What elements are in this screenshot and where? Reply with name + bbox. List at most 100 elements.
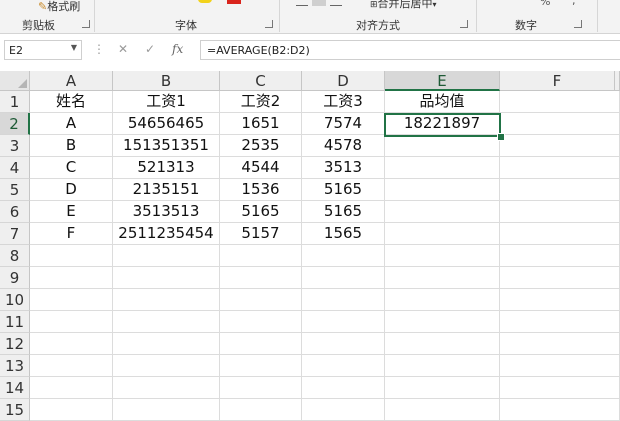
merge-center-button[interactable]: ⊞合并后居中▾ (370, 0, 437, 11)
font-color-icon[interactable] (227, 0, 241, 4)
cell-c7[interactable]: 5157 (220, 223, 302, 245)
percent-style-button[interactable]: % (540, 0, 550, 8)
row-header-7[interactable]: 7 (0, 223, 30, 245)
cell-e5[interactable] (385, 179, 500, 201)
cell-d12[interactable] (302, 333, 385, 355)
cell-a10[interactable] (30, 289, 113, 311)
cell-d2[interactable]: 7574 (302, 113, 385, 135)
row-header-9[interactable]: 9 (0, 267, 30, 289)
cell-d15[interactable] (302, 399, 385, 421)
row-header-6[interactable]: 6 (0, 201, 30, 223)
cell-e7[interactable] (385, 223, 500, 245)
cell-b10[interactable] (113, 289, 220, 311)
cell-b11[interactable] (113, 311, 220, 333)
cell-a6[interactable]: E (30, 201, 113, 223)
enter-icon[interactable]: ✓ (145, 42, 155, 56)
cell-f8[interactable] (500, 245, 620, 267)
cell-e13[interactable] (385, 355, 500, 377)
cell-b15[interactable] (113, 399, 220, 421)
cell-f6[interactable] (500, 201, 620, 223)
cell-f10[interactable] (500, 289, 620, 311)
cell-a12[interactable] (30, 333, 113, 355)
cell-d13[interactable] (302, 355, 385, 377)
cell-f9[interactable] (500, 267, 620, 289)
comma-style-button[interactable]: , (572, 0, 576, 7)
cell-c12[interactable] (220, 333, 302, 355)
cell-d1[interactable]: 工资3 (302, 91, 385, 113)
cell-d9[interactable] (302, 267, 385, 289)
row-header-10[interactable]: 10 (0, 289, 30, 311)
row-header-12[interactable]: 12 (0, 333, 30, 355)
cell-c14[interactable] (220, 377, 302, 399)
clipboard-launcher-icon[interactable] (82, 20, 90, 28)
row-header-15[interactable]: 15 (0, 399, 30, 421)
formula-input[interactable]: =AVERAGE(B2:D2) (200, 40, 620, 60)
cell-b13[interactable] (113, 355, 220, 377)
align-right-icon[interactable] (330, 0, 342, 6)
cell-d14[interactable] (302, 377, 385, 399)
cell-c6[interactable]: 5165 (220, 201, 302, 223)
format-painter-button[interactable]: ✎格式刷 (38, 0, 80, 14)
cell-a5[interactable]: D (30, 179, 113, 201)
cell-f5[interactable] (500, 179, 620, 201)
cell-c15[interactable] (220, 399, 302, 421)
cancel-icon[interactable]: ✕ (118, 42, 128, 56)
column-header-e[interactable]: E (385, 71, 500, 91)
cell-b3[interactable]: 151351351 (113, 135, 220, 157)
cell-b9[interactable] (113, 267, 220, 289)
cell-c11[interactable] (220, 311, 302, 333)
cell-a1[interactable]: 姓名 (30, 91, 113, 113)
column-header-c[interactable]: C (220, 71, 302, 91)
row-header-2[interactable]: 2 (0, 113, 30, 135)
cell-c8[interactable] (220, 245, 302, 267)
cell-c3[interactable]: 2535 (220, 135, 302, 157)
cell-c13[interactable] (220, 355, 302, 377)
cell-c2[interactable]: 1651 (220, 113, 302, 135)
cell-a7[interactable]: F (30, 223, 113, 245)
chevron-down-icon[interactable]: ▼ (71, 43, 77, 52)
cell-b12[interactable] (113, 333, 220, 355)
select-all-button[interactable] (0, 71, 30, 91)
cell-a14[interactable] (30, 377, 113, 399)
cell-d6[interactable]: 5165 (302, 201, 385, 223)
row-header-5[interactable]: 5 (0, 179, 30, 201)
alignment-launcher-icon[interactable] (460, 20, 468, 28)
cell-e10[interactable] (385, 289, 500, 311)
cell-b5[interactable]: 2135151 (113, 179, 220, 201)
row-header-8[interactable]: 8 (0, 245, 30, 267)
cell-e3[interactable] (385, 135, 500, 157)
align-left-icon[interactable] (296, 0, 308, 6)
cell-c4[interactable]: 4544 (220, 157, 302, 179)
cell-f11[interactable] (500, 311, 620, 333)
cell-b2[interactable]: 54656465 (113, 113, 220, 135)
cell-a15[interactable] (30, 399, 113, 421)
cell-f7[interactable] (500, 223, 620, 245)
cell-c9[interactable] (220, 267, 302, 289)
cell-e11[interactable] (385, 311, 500, 333)
cell-a13[interactable] (30, 355, 113, 377)
row-header-4[interactable]: 4 (0, 157, 30, 179)
cell-e12[interactable] (385, 333, 500, 355)
cell-a2[interactable]: A (30, 113, 113, 135)
cell-c10[interactable] (220, 289, 302, 311)
row-header-3[interactable]: 3 (0, 135, 30, 157)
name-box[interactable]: E2 ▼ (4, 40, 82, 60)
column-header-f[interactable]: F (500, 71, 615, 91)
cell-d7[interactable]: 1565 (302, 223, 385, 245)
cell-e14[interactable] (385, 377, 500, 399)
cell-c1[interactable]: 工资2 (220, 91, 302, 113)
cell-f12[interactable] (500, 333, 620, 355)
cell-f1[interactable] (500, 91, 620, 113)
cell-d5[interactable]: 5165 (302, 179, 385, 201)
cell-a9[interactable] (30, 267, 113, 289)
row-header-14[interactable]: 14 (0, 377, 30, 399)
cell-d8[interactable] (302, 245, 385, 267)
cell-b4[interactable]: 521313 (113, 157, 220, 179)
cell-a3[interactable]: B (30, 135, 113, 157)
row-header-1[interactable]: 1 (0, 91, 30, 113)
cell-e9[interactable] (385, 267, 500, 289)
row-header-11[interactable]: 11 (0, 311, 30, 333)
column-header-a[interactable]: A (30, 71, 113, 91)
cell-e15[interactable] (385, 399, 500, 421)
cell-a8[interactable] (30, 245, 113, 267)
